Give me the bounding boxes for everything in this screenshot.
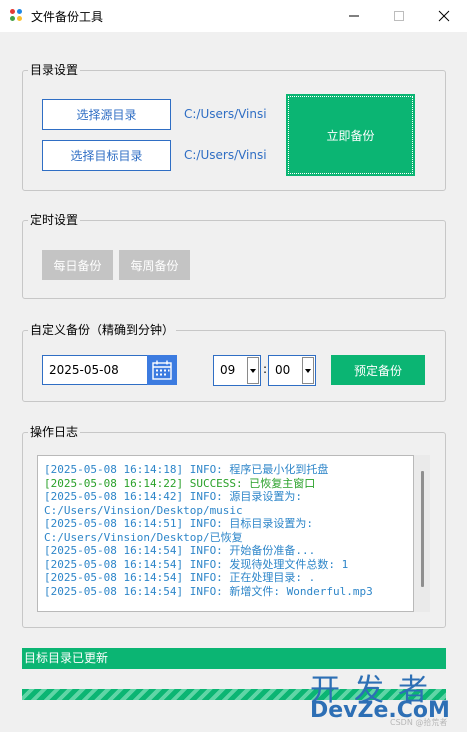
chevron-down-icon[interactable]	[302, 357, 314, 384]
maximize-button[interactable]	[376, 0, 422, 32]
log-line: [2025-05-08 16:14:42] INFO: 源目录设置为:	[44, 490, 303, 503]
log-textbox[interactable]: [2025-05-08 16:14:18] INFO: 程序已最小化到托盘 [2…	[37, 455, 414, 612]
watermark-sub: CSDN @拾荒者	[390, 718, 448, 727]
minute-value: 00	[275, 363, 291, 377]
title-bar: 文件备份工具	[0, 0, 467, 32]
backup-now-button[interactable]: 立即备份	[286, 94, 415, 176]
log-line: [2025-05-08 16:14:54] INFO: 新增文件: Wonder…	[44, 584, 373, 598]
log-line: [2025-05-08 16:14:54] INFO: 开始备份准备...	[44, 544, 316, 557]
log-scrollbar[interactable]	[414, 455, 430, 612]
log-line: [2025-05-08 16:14:54] INFO: 正在处理目录: .	[44, 571, 316, 584]
target-path: C:/Users/Vinsi	[184, 148, 267, 162]
log-line: C:/Users/Vinsion/Desktop/已恢复	[44, 530, 243, 544]
chevron-down-icon[interactable]	[247, 357, 259, 384]
time-separator: :	[263, 362, 268, 376]
hour-select[interactable]: 09	[213, 355, 261, 386]
minute-select[interactable]: 00	[268, 355, 316, 386]
app-icon	[10, 9, 24, 23]
weekly-backup-button[interactable]: 每周备份	[119, 250, 190, 280]
log-line: [2025-05-08 16:14:18] INFO: 程序已最小化到托盘	[44, 463, 329, 476]
minimize-button[interactable]	[331, 0, 377, 32]
calendar-icon	[152, 360, 172, 380]
hour-value: 09	[220, 363, 236, 377]
custom-backup-title: 自定义备份（精确到分钟）	[28, 322, 177, 338]
watermark: 开发者 DevZe.CoM CSDN @拾荒者	[310, 665, 460, 727]
log-line: [2025-05-08 16:14:51] INFO: 目标目录设置为:	[44, 517, 314, 530]
daily-backup-button[interactable]: 每日备份	[42, 250, 113, 280]
source-path: C:/Users/Vinsi	[184, 107, 267, 121]
date-input[interactable]: 2025-05-08	[42, 355, 148, 385]
schedule-backup-button[interactable]: 预定备份	[331, 355, 425, 385]
log-scroll-thumb[interactable]	[421, 471, 424, 587]
window-title: 文件备份工具	[31, 10, 104, 24]
log-line: [2025-05-08 16:14:22] SUCCESS: 已恢复主窗口	[44, 476, 316, 490]
maximize-icon	[394, 11, 404, 21]
log-title: 操作日志	[28, 424, 81, 440]
calendar-button[interactable]	[147, 355, 177, 385]
directory-settings-title: 目录设置	[28, 62, 81, 78]
log-line: C:/Users/Vinsion/Desktop/music	[44, 503, 243, 517]
log-line: [2025-05-08 16:14:54] INFO: 发现待处理文件总数: 1	[44, 557, 349, 571]
select-target-button[interactable]: 选择目标目录	[42, 140, 171, 171]
timer-settings-title: 定时设置	[28, 212, 81, 228]
close-icon	[438, 10, 450, 22]
select-source-button[interactable]: 选择源目录	[42, 99, 171, 130]
close-button[interactable]	[421, 0, 467, 32]
minimize-icon	[349, 15, 359, 17]
